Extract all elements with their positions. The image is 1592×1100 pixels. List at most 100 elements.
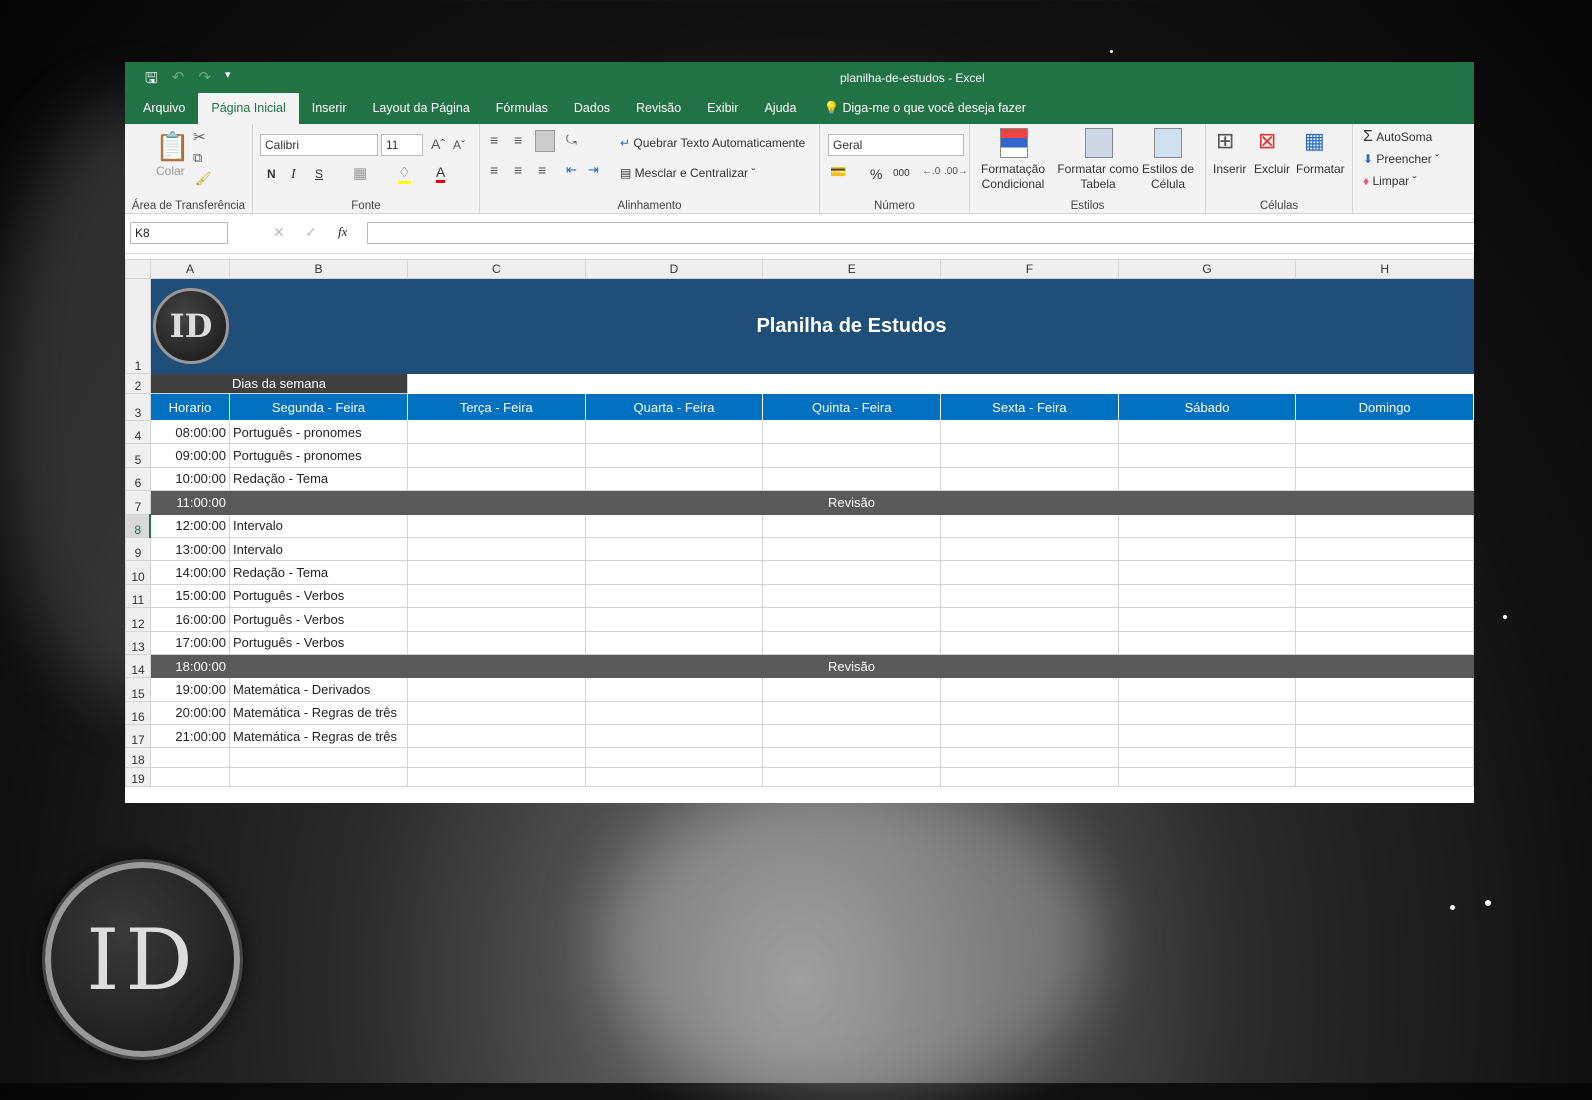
subject-cell[interactable]: Português - pronomes [228,443,408,468]
cell[interactable] [228,766,408,788]
decrease-indent-icon[interactable]: ⇤ [566,162,577,178]
subject-cell[interactable]: Matemática - Derivados [228,677,408,702]
cell[interactable] [406,724,586,749]
header-cell[interactable]: Horario [149,393,230,421]
font-size-dropdown[interactable]: 11 [381,134,423,156]
time-cell[interactable]: 08:00:00 [149,419,230,445]
tab-exibir[interactable]: Exibir [694,93,751,124]
cell[interactable] [584,747,764,768]
font-name-dropdown[interactable]: Calibri [260,134,378,156]
decrease-decimal-icon[interactable]: .00→ [944,166,968,177]
cell[interactable] [584,513,764,538]
subject-cell[interactable]: Redação - Tema [228,560,408,585]
wrap-text-button[interactable]: ↵ Quebrar Texto Automaticamente [620,136,805,150]
clear-button[interactable]: ♦ Limpar ˇ [1363,174,1417,188]
font-color-icon[interactable]: A [436,164,446,183]
time-cell[interactable]: 15:00:00 [149,583,230,609]
row-number[interactable]: 5 [125,443,151,468]
header-cell[interactable]: Terça - Feira [406,393,586,421]
align-bottom-icon[interactable] [535,130,555,152]
cell[interactable] [406,766,586,788]
subject-cell[interactable]: Português - Verbos [228,630,408,655]
time-cell[interactable]: 21:00:00 [149,724,230,749]
cell[interactable] [762,536,942,562]
cell[interactable] [762,443,942,468]
delete-cells-button[interactable]: Excluir [1254,162,1290,176]
cell[interactable] [1295,373,1474,394]
column-header[interactable]: C [406,259,586,279]
number-format-dropdown[interactable]: Geral [828,134,964,156]
tab-dados[interactable]: Dados [561,93,623,124]
cell[interactable] [584,630,764,655]
cell[interactable] [584,700,764,726]
cancel-icon[interactable]: ✕ [273,224,285,241]
cell[interactable] [1295,513,1474,538]
cell[interactable] [406,560,586,585]
cell[interactable] [1117,766,1297,788]
row-number[interactable]: 3 [125,393,151,421]
align-center-icon[interactable]: ≡ [514,162,522,178]
cell[interactable] [584,373,764,394]
cell[interactable] [762,373,942,394]
row-number[interactable]: 14 [125,653,151,679]
customize-qat-icon[interactable]: ▾ [225,68,231,93]
row-number[interactable]: 10 [125,560,151,585]
column-header[interactable]: B [228,259,408,279]
cell[interactable] [762,466,942,492]
tab-f-rmulas[interactable]: Fórmulas [483,93,561,124]
italic-button[interactable]: I [291,167,296,183]
tab-inserir[interactable]: Inserir [299,93,360,124]
time-cell[interactable]: 20:00:00 [149,700,230,726]
cell[interactable] [940,583,1119,609]
format-cells-button[interactable]: Formatar [1296,162,1345,176]
cell-styles-button[interactable]: Estilos de Célula [1140,162,1196,192]
time-cell[interactable]: 18:00:00 [149,653,230,679]
cell[interactable] [940,766,1119,788]
align-right-icon[interactable]: ≡ [538,162,546,178]
row-number[interactable]: 6 [125,466,151,492]
cell[interactable] [1295,677,1474,702]
enter-icon[interactable]: ✓ [305,224,317,241]
row-number[interactable]: 13 [125,630,151,655]
fill-button[interactable]: ⬇ Preencher ˇ [1363,152,1439,166]
cell[interactable] [406,583,586,609]
cell[interactable] [584,583,764,609]
cell[interactable] [406,373,586,394]
format-painter-icon[interactable]: 🖌 [195,171,212,187]
cell[interactable] [762,700,942,726]
cell[interactable] [940,536,1119,562]
cell[interactable] [940,724,1119,749]
subject-cell[interactable]: Português - Verbos [228,583,408,609]
cell[interactable] [584,677,764,702]
subject-cell[interactable]: Matemática - Regras de três [228,700,408,726]
cell[interactable] [940,630,1119,655]
format-as-table-button[interactable]: Formatar como Tabela [1056,162,1140,192]
row-number[interactable]: 17 [125,724,151,749]
cell[interactable] [762,419,942,445]
cell[interactable] [584,419,764,445]
save-icon[interactable]: 🖫 [145,68,158,93]
cell[interactable] [228,747,408,768]
cell[interactable] [406,677,586,702]
header-cell[interactable]: Quarta - Feira [584,393,764,421]
cell[interactable] [1117,560,1297,585]
row-number[interactable]: 18 [125,747,151,768]
merge-center-button[interactable]: ▤ Mesclar e Centralizar ˇ [620,166,755,180]
subject-cell[interactable]: Intervalo [228,536,408,562]
row-number[interactable]: 16 [125,700,151,726]
select-all-button[interactable] [125,259,151,279]
cell[interactable] [1295,583,1474,609]
decrease-font-icon[interactable]: Aˇ [453,138,465,152]
cell[interactable] [1117,536,1297,562]
cell[interactable] [584,766,764,788]
cell[interactable] [1117,607,1297,632]
row-number[interactable]: 11 [125,583,151,609]
time-cell[interactable]: 09:00:00 [149,443,230,468]
tab-ajuda[interactable]: Ajuda [751,93,809,124]
underline-button[interactable]: S [315,167,323,181]
cell[interactable] [406,443,586,468]
increase-font-icon[interactable]: Aˆ [431,136,445,152]
header-cell[interactable]: Segunda - Feira [228,393,408,421]
insert-function-button[interactable]: fx [338,224,347,240]
row-number[interactable]: 8 [125,513,152,538]
